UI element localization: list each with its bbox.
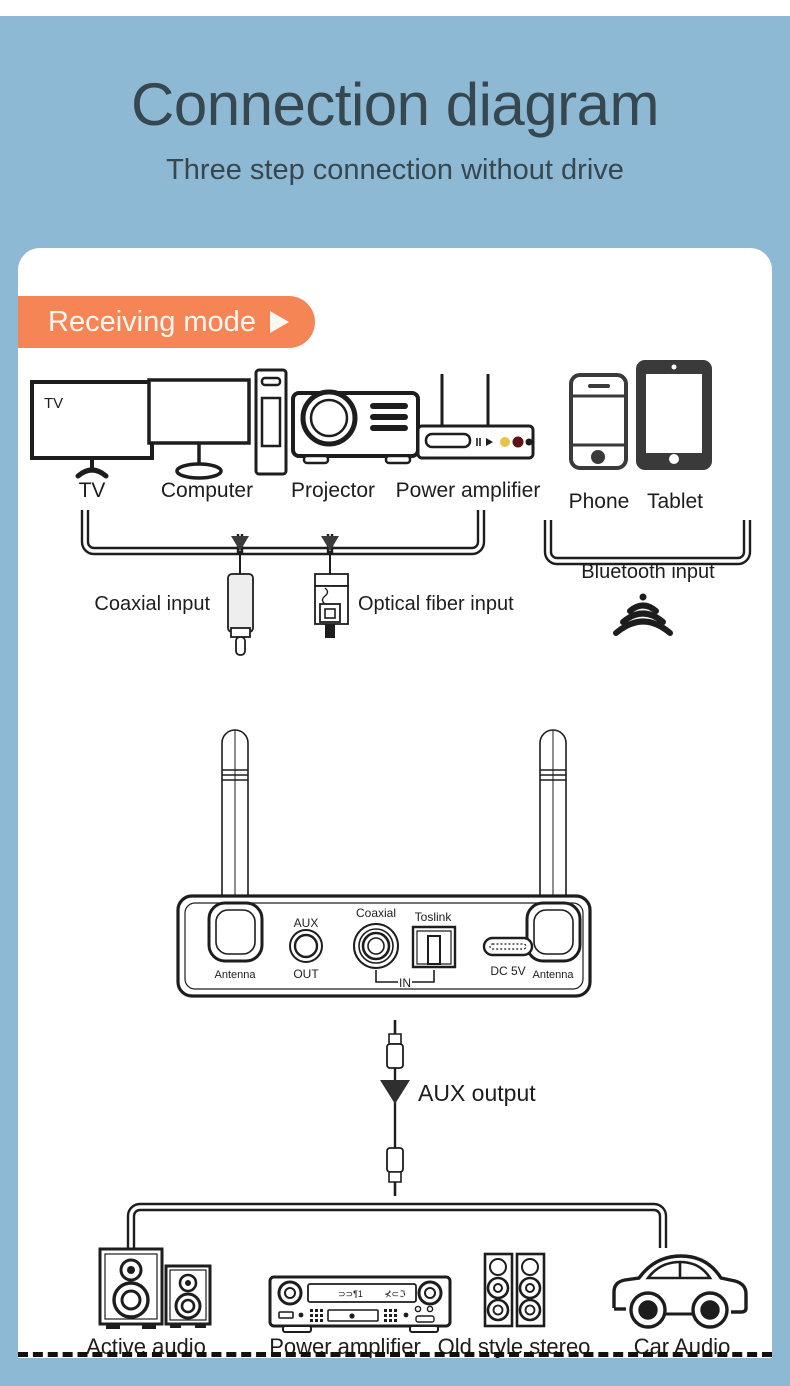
svg-text:⊃⊃¶1: ⊃⊃¶1 <box>338 1289 363 1299</box>
svg-text:⊀⊂ℑ: ⊀⊂ℑ <box>384 1289 405 1299</box>
aux-output-arrow-icon <box>380 1080 410 1104</box>
power-amplifier-label: Power amplifier <box>396 479 541 502</box>
coaxial-jack-icon <box>353 923 399 969</box>
coaxial-input-label: Coaxial input <box>94 593 210 615</box>
input-group-label: IN <box>399 976 411 990</box>
dc-power-label: DC 5V <box>490 964 525 978</box>
toslink-port-icon <box>411 925 457 969</box>
bookshelf-speakers-icon <box>98 1247 212 1329</box>
svg-text:TV: TV <box>44 395 63 412</box>
computer-icon <box>147 368 288 480</box>
tablet-label: Tablet <box>647 490 703 513</box>
power-amplifier-icon <box>416 374 535 460</box>
wireless-sources-bracket <box>543 520 752 566</box>
receiver-unit: Antenna Antenna AUX OUT Coaxial Toslink <box>176 894 592 998</box>
antenna-left-label: Antenna <box>215 969 257 981</box>
page-header: Connection diagram Three step connection… <box>0 16 790 248</box>
projector-label: Projector <box>291 479 375 502</box>
car-icon <box>612 1254 748 1329</box>
tower-speakers-icon <box>483 1252 546 1328</box>
diagram-card: Receiving mode TV TV Computer Projector … <box>18 248 772 1358</box>
bluetooth-input-label: Bluetooth input <box>581 561 715 583</box>
computer-label: Computer <box>161 479 253 502</box>
toslink-port-label: Toslink <box>415 910 453 924</box>
antenna-right-label: Antenna <box>533 969 575 981</box>
tv-label: TV <box>79 479 106 502</box>
aux-cable-icon <box>380 1020 410 1196</box>
page-title: Connection diagram <box>131 71 659 138</box>
aux-output-label: AUX output <box>418 1080 536 1106</box>
tablet-icon <box>636 360 712 470</box>
aux-port-top-label: AUX <box>294 916 319 930</box>
page-subtitle: Three step connection without drive <box>166 154 624 186</box>
wireless-signal-icon <box>613 593 673 636</box>
coaxial-port-label: Coaxial <box>356 906 396 920</box>
phone-icon <box>569 373 628 470</box>
top-white-strip <box>0 0 790 16</box>
wired-sources-bracket <box>80 510 486 556</box>
optical-fiber-input-label: Optical fiber input <box>358 593 514 615</box>
diagram-stage: TV TV Computer Projector Power amplifier… <box>18 248 772 1358</box>
antenna-left-base-icon <box>207 901 264 963</box>
aux-jack-icon <box>289 929 323 963</box>
aux-port-bottom-label: OUT <box>293 967 319 981</box>
tv-icon: TV <box>30 380 154 479</box>
rca-coaxial-plug-icon <box>227 551 254 656</box>
output-bracket <box>126 1202 668 1248</box>
phone-label: Phone <box>569 490 630 513</box>
usb-c-port-icon <box>482 936 534 957</box>
toslink-plug-icon <box>314 551 349 638</box>
antenna-right-base-icon <box>525 901 582 963</box>
bottom-dashed-divider <box>18 1352 772 1357</box>
projector-icon <box>291 389 420 465</box>
stereo-receiver-icon: ⊃⊃¶1 ⊀⊂ℑ <box>268 1275 452 1333</box>
